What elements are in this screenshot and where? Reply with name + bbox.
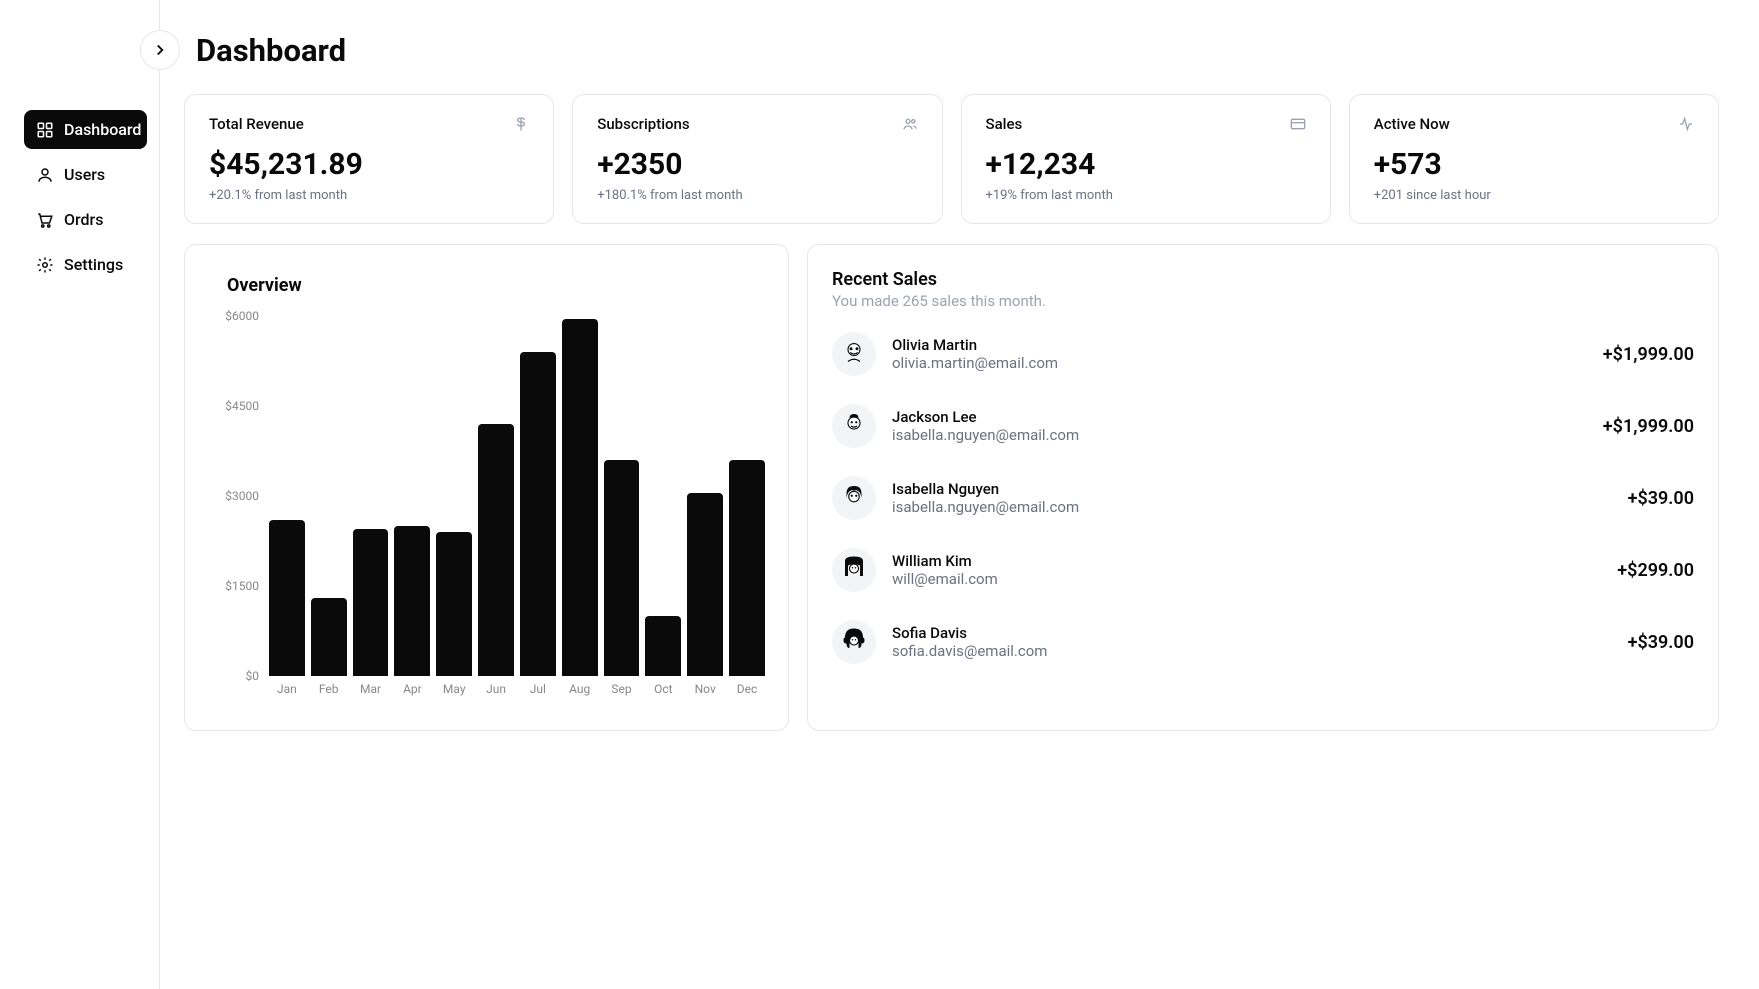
card-value: $45,231.89 xyxy=(209,147,529,182)
sidebar: Dashboard Users Ordrs Settings xyxy=(0,0,160,989)
sale-name: Sofia Davis xyxy=(892,624,1612,642)
sale-amount: +$299.00 xyxy=(1617,560,1694,581)
x-tick: Feb xyxy=(311,682,347,706)
sale-email: isabella.nguyen@email.com xyxy=(892,498,1612,516)
sale-email: olivia.martin@email.com xyxy=(892,354,1587,372)
x-tick: Sep xyxy=(604,682,640,706)
dollar-icon xyxy=(513,116,529,132)
sale-amount: +$39.00 xyxy=(1628,632,1694,653)
sidebar-item-label: Settings xyxy=(64,255,123,274)
card-label: Active Now xyxy=(1374,115,1450,133)
sale-name: Olivia Martin xyxy=(892,336,1587,354)
chart-bar xyxy=(311,598,347,676)
card-label: Total Revenue xyxy=(209,115,304,133)
y-tick: $0 xyxy=(246,669,260,683)
bar-chart: $6000$4500$3000$1500$0 JanFebMarAprMayJu… xyxy=(209,316,765,706)
page-title: Dashboard xyxy=(196,32,346,69)
sale-name: Jackson Lee xyxy=(892,408,1587,426)
sidebar-toggle-button[interactable] xyxy=(140,30,180,70)
cart-icon xyxy=(36,211,54,229)
card-subscriptions: Subscriptions +2350 +180.1% from last mo… xyxy=(572,94,942,224)
sidebar-item-label: Users xyxy=(64,165,105,184)
card-total-revenue: Total Revenue $45,231.89 +20.1% from las… xyxy=(184,94,554,224)
recent-sales-panel: Recent Sales You made 265 sales this mon… xyxy=(807,244,1719,731)
card-sales: Sales +12,234 +19% from last month xyxy=(961,94,1331,224)
sale-row: Isabella Nguyenisabella.nguyen@email.com… xyxy=(832,476,1694,520)
chevron-right-icon xyxy=(151,41,169,59)
chart-bar xyxy=(645,616,681,676)
card-subtext: +20.1% from last month xyxy=(209,188,529,203)
x-tick: Oct xyxy=(645,682,681,706)
avatar xyxy=(832,332,876,376)
sale-row: Jackson Leeisabella.nguyen@email.com +$1,… xyxy=(832,404,1694,448)
chart-bar xyxy=(394,526,430,676)
x-tick: Jul xyxy=(520,682,556,706)
sidebar-item-label: Dashboard xyxy=(64,120,141,139)
chart-bar xyxy=(353,529,389,676)
y-tick: $3000 xyxy=(225,489,259,503)
chart-bar xyxy=(478,424,514,676)
overview-title: Overview xyxy=(227,275,764,296)
sale-amount: +$39.00 xyxy=(1628,488,1694,509)
credit-card-icon xyxy=(1290,116,1306,132)
chart-bar xyxy=(436,532,472,676)
sidebar-item-orders[interactable]: Ordrs xyxy=(24,200,147,239)
sale-amount: +$1,999.00 xyxy=(1603,416,1694,437)
sale-name: Isabella Nguyen xyxy=(892,480,1612,498)
sidebar-item-label: Ordrs xyxy=(64,210,103,229)
chart-bar xyxy=(604,460,640,676)
x-tick: May xyxy=(436,682,472,706)
x-tick: Mar xyxy=(353,682,389,706)
user-icon xyxy=(36,166,54,184)
y-tick: $4500 xyxy=(225,399,259,413)
y-tick: $1500 xyxy=(225,579,259,593)
x-tick: Jun xyxy=(478,682,514,706)
card-value: +573 xyxy=(1374,147,1694,182)
sale-row: William Kimwill@email.com +$299.00 xyxy=(832,548,1694,592)
card-subtext: +180.1% from last month xyxy=(597,188,917,203)
x-tick: Jan xyxy=(269,682,305,706)
avatar xyxy=(832,476,876,520)
overview-panel: Overview $6000$4500$3000$1500$0 JanFebMa… xyxy=(184,244,789,731)
recent-sales-title: Recent Sales xyxy=(832,269,1694,290)
sale-amount: +$1,999.00 xyxy=(1603,344,1694,365)
main-content: Dashboard Total Revenue $45,231.89 +20.1… xyxy=(160,0,1759,989)
sale-email: will@email.com xyxy=(892,570,1601,588)
chart-bar xyxy=(269,520,305,676)
recent-sales-subtitle: You made 265 sales this month. xyxy=(832,292,1694,310)
y-tick: $6000 xyxy=(225,309,259,323)
sidebar-item-dashboard[interactable]: Dashboard xyxy=(24,110,147,149)
x-tick: Dec xyxy=(729,682,765,706)
sale-row: Olivia Martinolivia.martin@email.com +$1,… xyxy=(832,332,1694,376)
gear-icon xyxy=(36,256,54,274)
card-active-now: Active Now +573 +201 since last hour xyxy=(1349,94,1719,224)
sale-row: Sofia Davissofia.davis@email.com +$39.00 xyxy=(832,620,1694,664)
sidebar-item-users[interactable]: Users xyxy=(24,155,147,194)
card-label: Subscriptions xyxy=(597,115,689,133)
chart-bar xyxy=(687,493,723,676)
avatar xyxy=(832,548,876,592)
sale-name: William Kim xyxy=(892,552,1601,570)
x-tick: Aug xyxy=(562,682,598,706)
card-subtext: +201 since last hour xyxy=(1374,188,1694,203)
card-value: +2350 xyxy=(597,147,917,182)
x-tick: Apr xyxy=(394,682,430,706)
card-subtext: +19% from last month xyxy=(986,188,1306,203)
sale-email: sofia.davis@email.com xyxy=(892,642,1612,660)
chart-bar xyxy=(520,352,556,676)
avatar xyxy=(832,620,876,664)
chart-bar xyxy=(729,460,765,676)
card-label: Sales xyxy=(986,115,1023,133)
activity-icon xyxy=(1678,116,1694,132)
dashboard-icon xyxy=(36,121,54,139)
avatar xyxy=(832,404,876,448)
chart-bar xyxy=(562,319,598,676)
x-tick: Nov xyxy=(687,682,723,706)
sidebar-item-settings[interactable]: Settings xyxy=(24,245,147,284)
users-icon xyxy=(902,116,918,132)
sale-email: isabella.nguyen@email.com xyxy=(892,426,1587,444)
card-value: +12,234 xyxy=(986,147,1306,182)
